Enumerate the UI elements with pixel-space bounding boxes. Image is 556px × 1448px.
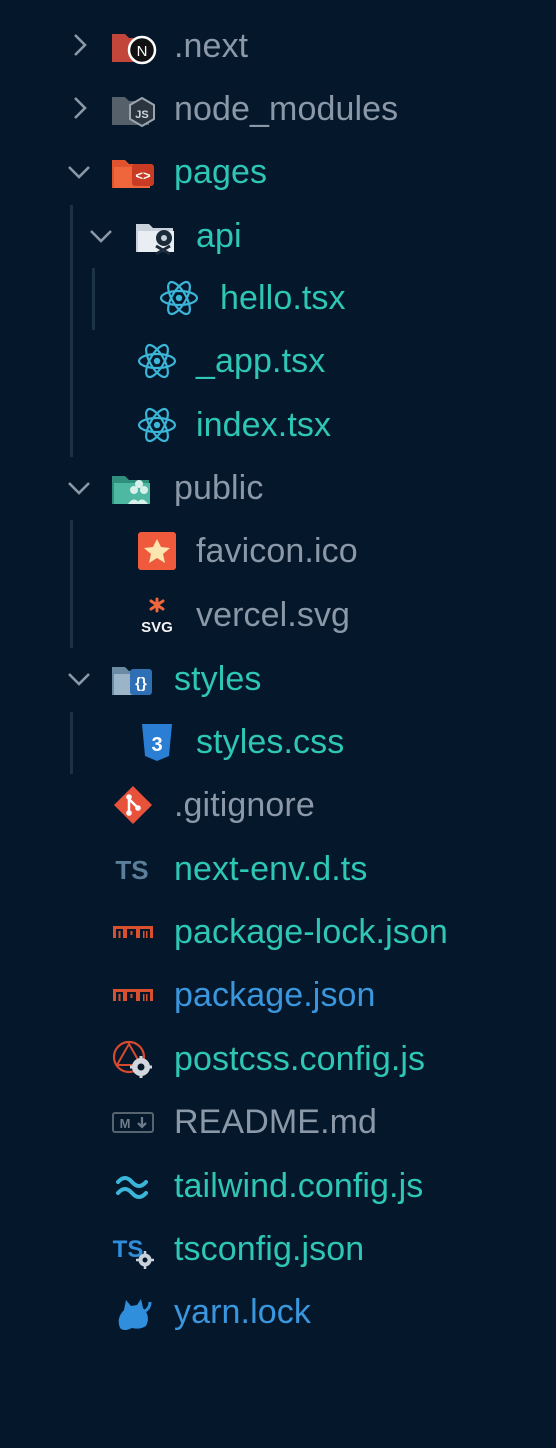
tree-file-favicon[interactable]: favicon.ico (0, 521, 556, 581)
tree-item-label: yarn.lock (174, 1293, 311, 1331)
chevron-right-icon[interactable] (64, 30, 94, 60)
tree-file-styles-css[interactable]: 3 styles.css (0, 712, 556, 772)
tree-file-readme[interactable]: M README.md (0, 1092, 556, 1152)
tree-item-label: hello.tsx (220, 279, 346, 317)
svg-text:JS: JS (135, 109, 148, 121)
tree-item-label: postcss.config.js (174, 1040, 426, 1078)
tree-file-next-env[interactable]: TS next-env.d.ts (0, 839, 556, 899)
tree-folder-styles[interactable]: {} styles (0, 649, 556, 709)
tree-item-label: index.tsx (196, 406, 332, 444)
tree-item-label: public (174, 469, 264, 507)
tree-folder-node-modules[interactable]: JS node_modules (0, 79, 556, 139)
css3-icon: 3 (136, 722, 178, 762)
tsconfig-icon: TS (112, 1229, 154, 1269)
tree-file-tsconfig[interactable]: TS tsconfig.json (0, 1219, 556, 1279)
tree-item-label: .gitignore (174, 786, 315, 824)
postcss-icon (112, 1039, 154, 1079)
tree-file-vercel-svg[interactable]: SVG vercel.svg (0, 585, 556, 645)
tree-file-package-json[interactable]: package.json (0, 965, 556, 1025)
markdown-icon: M (112, 1102, 154, 1142)
tree-item-label: tsconfig.json (174, 1230, 365, 1268)
git-icon (112, 785, 154, 825)
yarn-icon (112, 1292, 154, 1332)
tree-item-label: next-env.d.ts (174, 850, 368, 888)
tree-file-app-tsx[interactable]: _app.tsx (0, 331, 556, 391)
react-icon (136, 405, 178, 445)
svg-text:M: M (120, 1116, 131, 1131)
tree-item-label: styles.css (196, 723, 345, 761)
tree-item-label: .next (174, 27, 249, 65)
tree-file-postcss-config[interactable]: postcss.config.js (0, 1029, 556, 1089)
nextjs-folder-icon: N (110, 26, 157, 66)
tree-item-label: favicon.ico (196, 532, 358, 570)
react-icon (136, 341, 178, 381)
tree-item-label: package-lock.json (174, 913, 448, 951)
tree-folder-pages[interactable]: <> pages (0, 142, 556, 202)
svg-text:3: 3 (151, 734, 162, 756)
tree-item-label: pages (174, 153, 268, 191)
tree-item-label: README.md (174, 1103, 378, 1141)
tree-item-label: package.json (174, 976, 376, 1014)
chevron-right-icon[interactable] (64, 93, 94, 123)
file-explorer: N .next JS node_modules <> pages api hel… (0, 0, 556, 1448)
styles-folder-icon: {} (110, 659, 152, 699)
svg-text:<>: <> (135, 168, 151, 183)
svg-text:{}: {} (135, 675, 147, 692)
chevron-down-icon[interactable] (64, 663, 94, 693)
npm-icon (112, 912, 154, 952)
favicon-icon (136, 531, 178, 571)
svg-text:SVG: SVG (141, 619, 173, 635)
pages-folder-icon: <> (110, 152, 154, 192)
api-folder-icon (134, 216, 176, 256)
tree-folder-next[interactable]: N .next (0, 16, 556, 76)
tree-file-yarn-lock[interactable]: yarn.lock (0, 1282, 556, 1342)
tree-folder-api[interactable]: api (0, 206, 556, 266)
npm-icon (112, 975, 154, 1015)
tree-item-label: _app.tsx (196, 342, 326, 380)
tree-folder-public[interactable]: public (0, 458, 556, 518)
public-folder-icon (110, 468, 152, 508)
tree-item-label: styles (174, 660, 262, 698)
chevron-down-icon[interactable] (86, 220, 116, 250)
svg-text:TS: TS (115, 855, 148, 885)
svg-file-icon: SVG (136, 595, 178, 635)
react-icon (158, 278, 200, 318)
chevron-down-icon[interactable] (64, 156, 94, 186)
tree-file-index-tsx[interactable]: index.tsx (0, 395, 556, 455)
tree-file-tailwind-config[interactable]: tailwind.config.js (0, 1156, 556, 1216)
chevron-down-icon[interactable] (64, 472, 94, 502)
svg-text:N: N (137, 43, 148, 60)
tree-item-label: api (196, 217, 242, 255)
node-folder-icon: JS (110, 89, 155, 129)
typescript-icon: TS (112, 849, 154, 889)
tailwind-icon (112, 1166, 154, 1206)
tree-item-label: node_modules (174, 90, 399, 128)
tree-file-package-lock[interactable]: package-lock.json (0, 902, 556, 962)
tree-file-hello-tsx[interactable]: hello.tsx (0, 268, 556, 328)
tree-file-gitignore[interactable]: .gitignore (0, 775, 556, 835)
tree-item-label: vercel.svg (196, 596, 351, 634)
tree-item-label: tailwind.config.js (174, 1167, 424, 1205)
